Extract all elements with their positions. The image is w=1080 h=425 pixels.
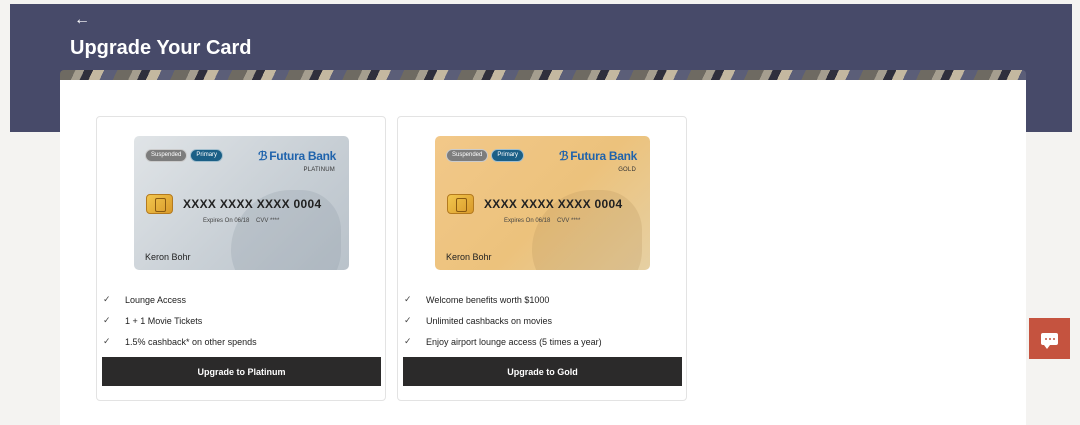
card-chip-icon [146,194,173,214]
benefit-text: 1 + 1 Movie Tickets [125,315,203,326]
status-badge-primary: Primary [491,149,525,162]
upgrade-to-platinum-button[interactable]: Upgrade to Platinum [102,357,381,386]
card-image-gold: Suspended Primary ℬ Futura Bank GOLD XXX… [435,136,650,270]
chat-icon [1041,332,1058,349]
card-cvv: CVV **** [256,218,280,224]
card-tier: PLATINUM [303,167,335,173]
benefit-text: Unlimited cashbacks on movies [426,315,553,326]
bank-logo: ℬ Futura Bank [258,149,336,163]
page-title: Upgrade Your Card [70,37,252,59]
card-cvv: CVV **** [557,218,581,224]
status-badge-suspended: Suspended [446,149,489,162]
check-icon: ✓ [404,294,412,304]
benefit-text: Lounge Access [125,294,187,305]
scrollbar[interactable] [1074,4,1080,425]
card-tile-platinum: Suspended Primary ℬ Futura Bank PLATINUM… [96,116,386,401]
card-holder-name: Keron Bohr [145,252,191,262]
card-image-platinum: Suspended Primary ℬ Futura Bank PLATINUM… [134,136,349,270]
back-arrow-icon[interactable]: ← [74,12,90,28]
bank-logo-icon: ℬ [559,149,569,163]
check-icon: ✓ [404,336,412,346]
benefit-item: ✓ Welcome benefits worth $1000 [404,289,602,310]
check-icon: ✓ [103,315,111,325]
benefit-item: ✓ Enjoy airport lounge access (5 times a… [404,331,602,352]
benefit-item: ✓ 1 + 1 Movie Tickets [103,310,257,331]
benefit-text: Welcome benefits worth $1000 [426,294,550,305]
benefit-item: ✓ Lounge Access [103,289,257,310]
card-badges: Suspended Primary [145,149,224,162]
benefit-text: Enjoy airport lounge access (5 times a y… [426,336,602,347]
check-icon: ✓ [103,294,111,304]
card-tile-gold: Suspended Primary ℬ Futura Bank GOLD XXX… [397,116,687,401]
card-chip-icon [447,194,474,214]
bank-name: Futura Bank [269,149,336,163]
card-tier: GOLD [618,167,636,173]
chat-button[interactable] [1029,318,1070,359]
decorative-pattern [60,70,1026,80]
bank-name: Futura Bank [570,149,637,163]
upgrade-to-gold-button[interactable]: Upgrade to Gold [403,357,682,386]
check-icon: ✓ [103,336,111,346]
status-badge-primary: Primary [190,149,224,162]
card-expiry: Expires On 06/18 [203,218,250,224]
benefits-list: ✓ Lounge Access ✓ 1 + 1 Movie Tickets ✓ … [103,289,257,352]
benefit-item: ✓ 1.5% cashback* on other spends [103,331,257,352]
status-badge-suspended: Suspended [145,149,188,162]
card-holder-name: Keron Bohr [446,252,492,262]
benefits-list: ✓ Welcome benefits worth $1000 ✓ Unlimit… [404,289,602,352]
card-badges: Suspended Primary [446,149,525,162]
bank-logo: ℬ Futura Bank [559,149,637,163]
benefit-item: ✓ Unlimited cashbacks on movies [404,310,602,331]
card-number: XXXX XXXX XXXX 0004 [484,197,623,211]
benefit-text: 1.5% cashback* on other spends [125,336,257,347]
card-expiry: Expires On 06/18 [504,218,551,224]
bank-logo-icon: ℬ [258,149,268,163]
card-number: XXXX XXXX XXXX 0004 [183,197,322,211]
check-icon: ✓ [404,315,412,325]
